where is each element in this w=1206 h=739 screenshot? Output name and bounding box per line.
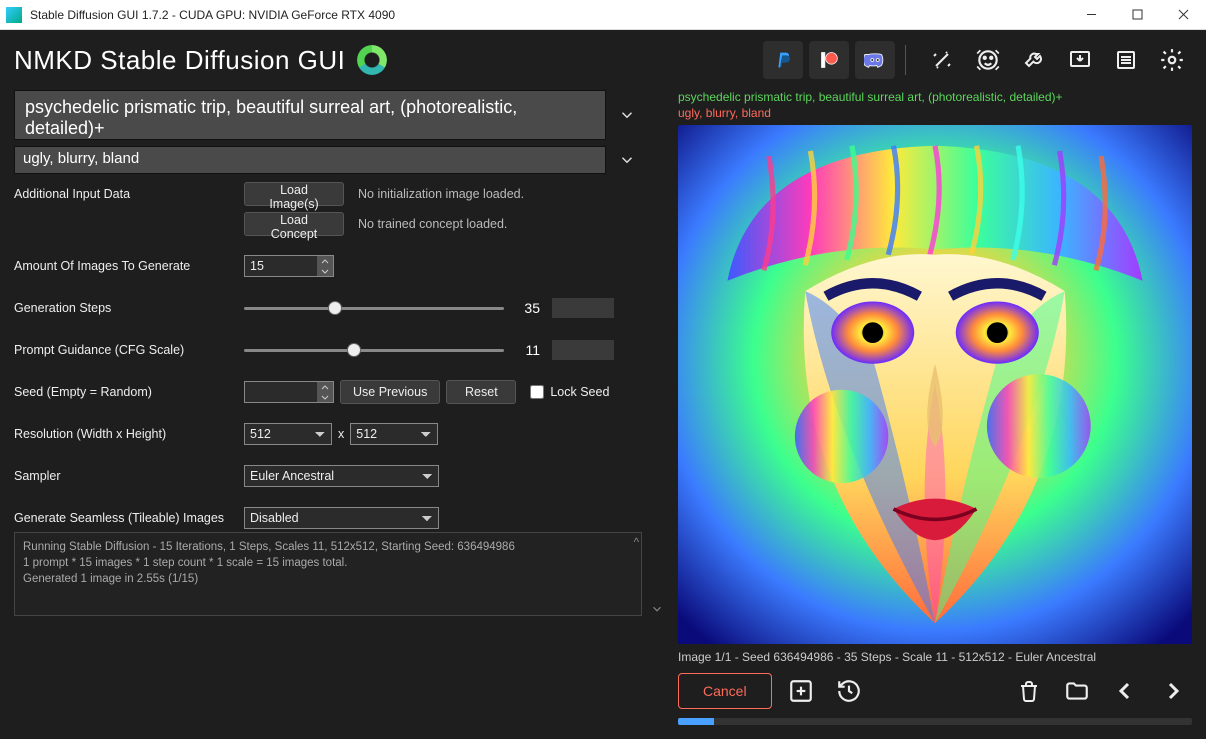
download-model-icon[interactable] [1060, 41, 1100, 79]
history-icon[interactable] [830, 673, 868, 709]
delete-icon[interactable] [1010, 673, 1048, 709]
log-output: Running Stable Diffusion - 15 Iterations… [14, 532, 642, 616]
log-line: Generated 1 image in 2.55s (1/15) [23, 571, 633, 587]
log-line: 1 prompt * 15 images * 1 step count * 1 … [23, 555, 633, 571]
next-image-icon[interactable] [1154, 673, 1192, 709]
logo-icon [357, 45, 387, 75]
steps-slider[interactable] [244, 307, 504, 310]
additional-input-label: Additional Input Data [14, 187, 244, 201]
preview-panel: psychedelic prismatic trip, beautiful su… [678, 90, 1192, 725]
res-height-select[interactable]: 512 [350, 423, 438, 445]
image-info: Image 1/1 - Seed 636494986 - 35 Steps - … [678, 650, 1192, 664]
close-button[interactable] [1160, 0, 1206, 30]
prev-image-icon[interactable] [1106, 673, 1144, 709]
preview-toolbar: Cancel [678, 670, 1192, 712]
load-concept-status: No trained concept loaded. [358, 217, 507, 231]
seed-label: Seed (Empty = Random) [14, 385, 244, 399]
resolution-label: Resolution (Width x Height) [14, 427, 244, 441]
reset-seed-button[interactable]: Reset [446, 380, 516, 404]
seed-spinner-arrows[interactable] [317, 382, 333, 402]
discord-icon[interactable] [855, 41, 895, 79]
paypal-icon[interactable] [763, 41, 803, 79]
echo-negative: ugly, blurry, bland [678, 106, 1192, 122]
lock-seed-label: Lock Seed [550, 385, 609, 399]
app-title: NMKD Stable Diffusion GUI [14, 45, 345, 76]
amount-spinner-arrows[interactable] [317, 256, 333, 276]
image-preview[interactable] [678, 125, 1192, 644]
prompt-echo: psychedelic prismatic trip, beautiful su… [678, 90, 1192, 121]
expand-negative-prompt[interactable] [612, 146, 642, 174]
left-panel-scroll[interactable] [650, 90, 664, 616]
lock-seed-checkbox[interactable] [530, 385, 544, 399]
maximize-button[interactable] [1114, 0, 1160, 30]
steps-value: 35 [516, 300, 540, 316]
settings-gear-icon[interactable] [1152, 41, 1192, 79]
progress-bar [678, 718, 1192, 725]
res-x-label: x [338, 427, 344, 441]
res-width-select[interactable]: 512 [244, 423, 332, 445]
open-folder-icon[interactable] [1058, 673, 1096, 709]
generated-image [678, 125, 1192, 644]
log-scroll-indicator: ^ [634, 535, 639, 551]
list-icon[interactable] [1106, 41, 1146, 79]
amount-label: Amount Of Images To Generate [14, 259, 244, 273]
negative-prompt-input[interactable] [14, 146, 606, 174]
steps-label: Generation Steps [14, 301, 244, 315]
load-images-status: No initialization image loaded. [358, 187, 524, 201]
positive-prompt-input[interactable] [14, 90, 606, 140]
use-previous-seed-button[interactable]: Use Previous [340, 380, 440, 404]
left-panel: Additional Input Data Load Image(s) No i… [14, 90, 664, 725]
app-header: NMKD Stable Diffusion GUI [0, 30, 1206, 90]
magic-wand-icon[interactable] [922, 41, 962, 79]
seamless-select[interactable]: Disabled [244, 507, 439, 529]
lock-seed-checkbox-wrap[interactable]: Lock Seed [530, 385, 609, 399]
window-title: Stable Diffusion GUI 1.7.2 - CUDA GPU: N… [30, 8, 1068, 22]
app-icon [6, 7, 22, 23]
seamless-label: Generate Seamless (Tileable) Images [14, 511, 244, 525]
steps-extra-box[interactable] [552, 298, 614, 318]
cfg-slider[interactable] [244, 349, 504, 352]
sampler-label: Sampler [14, 469, 244, 483]
echo-positive: psychedelic prismatic trip, beautiful su… [678, 90, 1192, 106]
cfg-extra-box[interactable] [552, 340, 614, 360]
load-concept-button[interactable]: Load Concept [244, 212, 344, 236]
cfg-value: 11 [516, 342, 540, 358]
save-plus-icon[interactable] [782, 673, 820, 709]
wrench-icon[interactable] [1014, 41, 1054, 79]
log-line: Running Stable Diffusion - 15 Iterations… [23, 539, 633, 555]
load-images-button[interactable]: Load Image(s) [244, 182, 344, 206]
patreon-icon[interactable] [809, 41, 849, 79]
titlebar: Stable Diffusion GUI 1.7.2 - CUDA GPU: N… [0, 0, 1206, 30]
cancel-button[interactable]: Cancel [678, 673, 772, 709]
cfg-label: Prompt Guidance (CFG Scale) [14, 343, 244, 357]
minimize-button[interactable] [1068, 0, 1114, 30]
header-divider [905, 45, 906, 75]
progress-fill [678, 718, 714, 725]
sampler-select[interactable]: Euler Ancestral [244, 465, 439, 487]
expand-positive-prompt[interactable] [612, 90, 642, 140]
face-fix-icon[interactable] [968, 41, 1008, 79]
